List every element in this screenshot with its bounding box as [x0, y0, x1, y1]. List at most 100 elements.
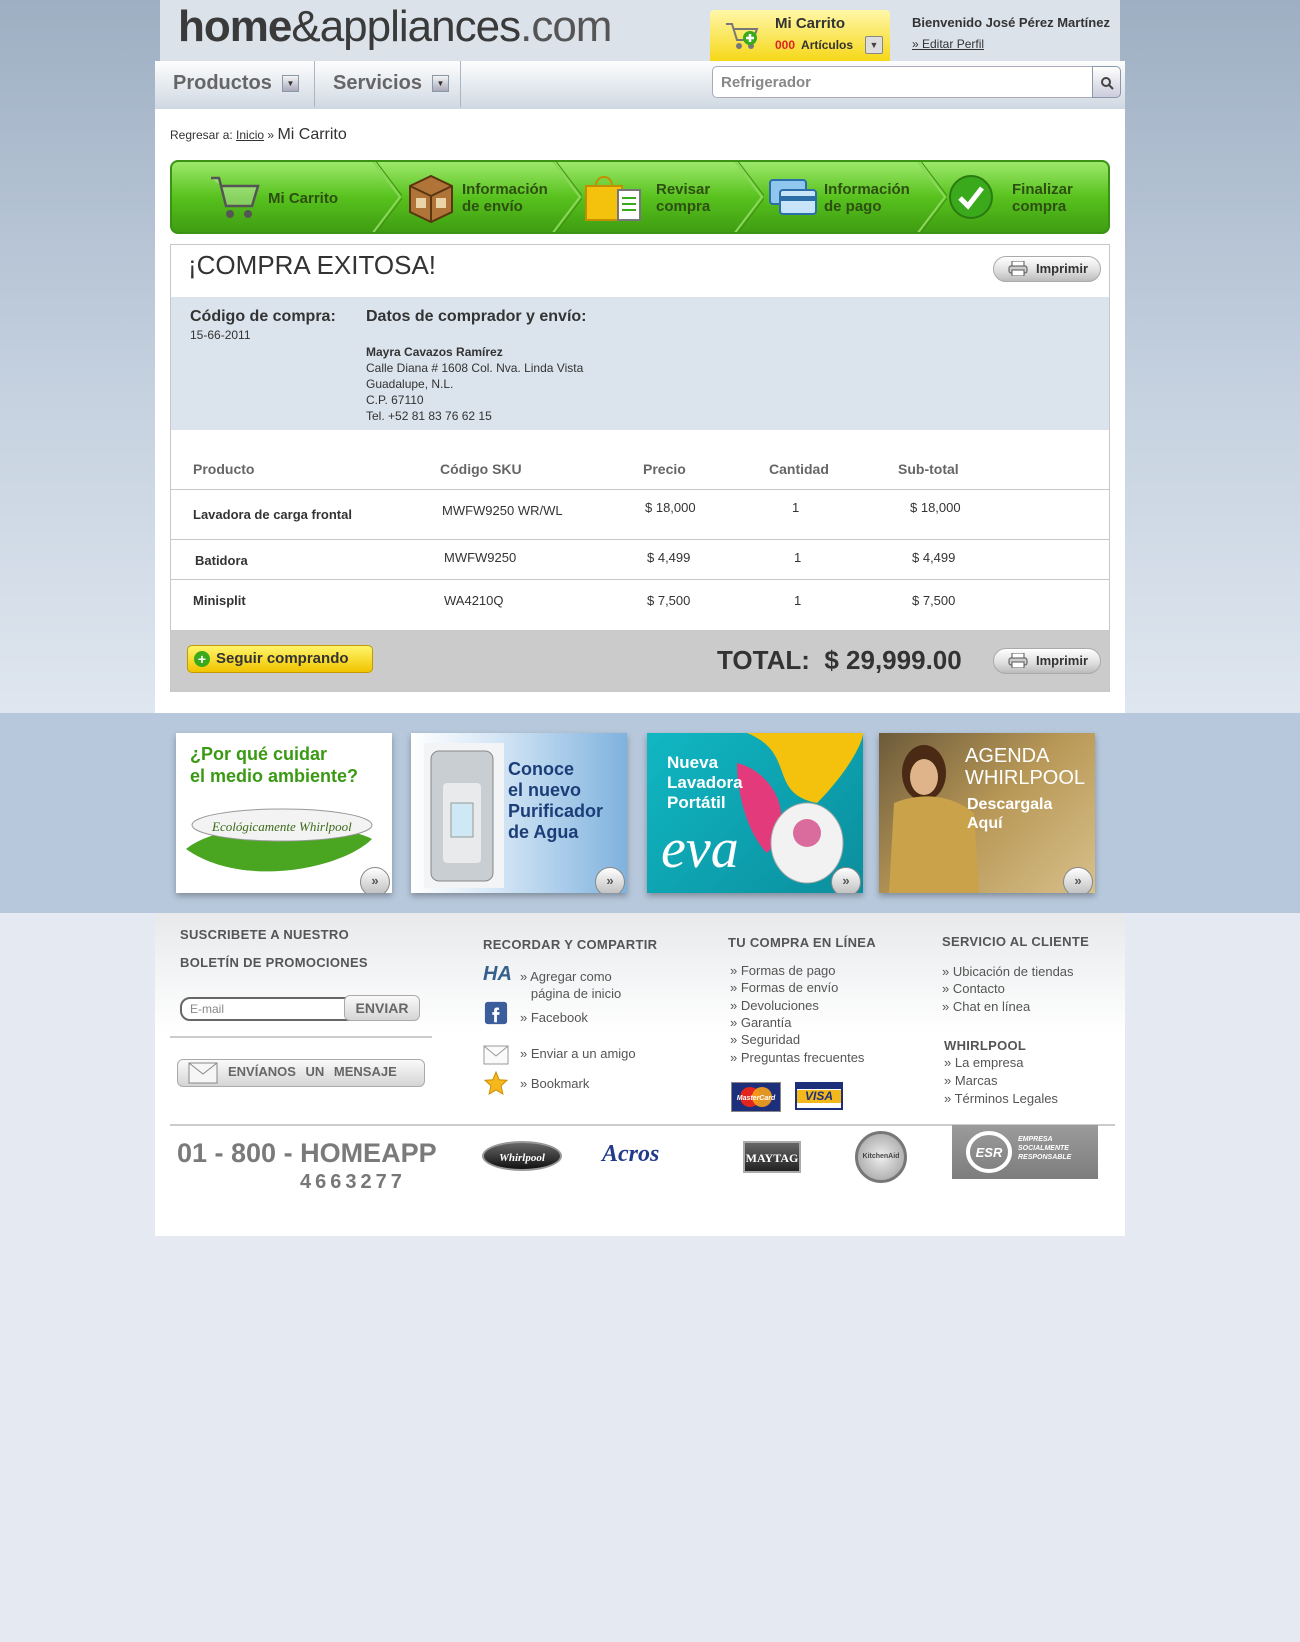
plus-icon: + [194, 651, 210, 667]
arrow-right-icon[interactable]: » [1063, 867, 1093, 893]
acros-logo[interactable]: Acros [602, 1141, 659, 1168]
star-icon[interactable] [483, 1071, 509, 1095]
svg-text:Ecológicamente Whirlpool: Ecológicamente Whirlpool [211, 819, 352, 834]
ha-icon: HA [483, 963, 512, 985]
online-title: TU COMPRA EN LÍNEA [728, 935, 876, 950]
nav-products[interactable]: Productos ▼ [155, 61, 315, 107]
envelope-icon [188, 1062, 218, 1084]
chevron-down-icon: ▼ [281, 75, 299, 93]
breadcrumb-current: Mi Carrito [277, 126, 347, 143]
whirlpool-title: WHIRLPOOL [944, 1038, 1027, 1053]
nav-services[interactable]: Servicios ▼ [315, 61, 461, 107]
printer-icon [1008, 653, 1028, 668]
send-button[interactable]: ENVIAR [344, 995, 420, 1021]
order-info: Código de compra: 15-66-2011 Datos de co… [171, 297, 1109, 430]
promo-agenda[interactable]: AGENDA WHIRLPOOL Descargala Aquí » [879, 733, 1095, 893]
service-link-stores[interactable]: » Ubicación de tiendas [942, 964, 1074, 979]
print-button-bottom[interactable]: Imprimir [993, 648, 1101, 674]
online-link-warranty[interactable]: » Garantía [730, 1015, 791, 1030]
col-header-sku: Código SKU [440, 461, 522, 477]
welcome-text: Bienvenido José Pérez Martínez [912, 15, 1110, 30]
search-button[interactable] [1092, 66, 1121, 98]
online-link-shipping[interactable]: » Formas de envío [730, 980, 838, 995]
print-button[interactable]: Imprimir [993, 256, 1101, 282]
whirlpool-link-brands[interactable]: » Marcas [944, 1073, 997, 1088]
kitchenaid-logo[interactable]: KitchenAid [855, 1131, 907, 1183]
share-facebook-link[interactable]: » Facebook [520, 1010, 588, 1025]
cart-count: 000 Artículos [775, 38, 854, 52]
step-payment[interactable]: Información de pago [762, 162, 932, 232]
credit-card-icon [769, 179, 817, 215]
table-divider [171, 579, 1109, 580]
step-cart[interactable]: Mi Carrito [202, 162, 372, 232]
svg-text:ESR: ESR [976, 1145, 1003, 1160]
header: home&appliances.com Mi Carrito 000 Artícu… [160, 0, 1120, 62]
promo-water-purifier[interactable]: Conoce el nuevo Purificador de Agua » [411, 733, 627, 893]
cart-icon [726, 23, 759, 49]
mastercard-icon: MasterCard [731, 1082, 781, 1112]
whirlpool-logo[interactable]: Whirlpool [482, 1141, 562, 1171]
checkout-steps: Mi Carrito Información de envío Revisar co… [170, 160, 1110, 234]
cart-widget[interactable]: Mi Carrito 000 Artículos ▼ [710, 10, 890, 62]
order-total: TOTAL: $ 29,999.00 [717, 645, 962, 675]
edit-profile-link[interactable]: » Editar Perfil [912, 37, 984, 51]
search-input[interactable]: Refrigerador [712, 66, 1094, 98]
promo-environment[interactable]: ¿Por qué cuidar el medio ambiente? Ecológ… [176, 733, 392, 893]
promo-portable-washer[interactable]: Nueva Lavadora Portátil eva » [647, 733, 863, 893]
newsletter-title: SUSCRIBETE A NUESTRO [180, 927, 349, 942]
cart-icon [211, 176, 260, 218]
share-friend-link[interactable]: » Enviar a un amigo [520, 1046, 636, 1061]
check-icon [949, 175, 993, 219]
online-link-security[interactable]: » Seguridad [730, 1032, 800, 1047]
share-title: RECORDAR Y COMPARTIR [483, 937, 658, 952]
main-nav: Productos ▼ Servicios ▼ Refrigerador [155, 61, 1125, 109]
buyer-label: Datos de comprador y envío: [366, 308, 587, 325]
service-link-contact[interactable]: » Contacto [942, 981, 1005, 996]
printer-icon [1008, 261, 1028, 276]
buyer-address2: Guadalupe, N.L. [366, 377, 454, 391]
facebook-icon[interactable] [483, 1001, 509, 1025]
maytag-logo[interactable]: MAYTAG [743, 1141, 801, 1173]
table-divider [171, 489, 1109, 490]
eco-leaf-icon: Ecológicamente Whirlpool [186, 808, 373, 872]
esr-badge[interactable]: ESR EMPRESA SOCIALMENTE RESPONSABLE [952, 1125, 1098, 1179]
step-shipping[interactable]: Información de envío [402, 162, 562, 232]
col-header-product: Producto [193, 461, 255, 477]
cart-title: Mi Carrito [775, 15, 846, 32]
footer: SUSCRIBETE A NUESTRO BOLETÍN DE PROMOCIO… [155, 913, 1125, 1236]
envelope-icon[interactable] [483, 1043, 509, 1067]
email-field[interactable]: E-mail [180, 997, 358, 1021]
whirlpool-link-company[interactable]: » La empresa [944, 1055, 1024, 1070]
online-link-faq[interactable]: » Preguntas frecuentes [730, 1050, 864, 1065]
share-bookmark-link[interactable]: » Bookmark [520, 1076, 589, 1091]
continue-shopping-button[interactable]: + Seguir comprando [187, 645, 373, 673]
phone-number: 01 - 800 - HOMEAPP [177, 1138, 437, 1168]
table-divider [171, 539, 1109, 540]
search-icon [1100, 77, 1114, 91]
arrow-right-icon[interactable]: » [831, 867, 861, 893]
whirlpool-link-legal[interactable]: » Términos Legales [944, 1091, 1058, 1106]
site-logo[interactable]: home&appliances.com [178, 2, 612, 52]
buyer-address1: Calle Diana # 1608 Col. Nva. Linda Vista [366, 361, 584, 375]
step-finish[interactable]: Finalizar compra [942, 162, 1108, 232]
share-homepage-link[interactable]: » Agregar como página de inicio [520, 968, 621, 1002]
service-link-chat[interactable]: » Chat en línea [942, 999, 1030, 1014]
visa-icon: VISA [795, 1082, 843, 1110]
breadcrumb-home-link[interactable]: Inicio [236, 128, 264, 142]
newsletter-subtitle: BOLETÍN DE PROMOCIONES [180, 955, 368, 970]
buyer-phone: Tel. +52 81 83 76 62 15 [366, 409, 492, 423]
online-link-payment[interactable]: » Formas de pago [730, 963, 836, 978]
svg-text:MasterCard: MasterCard [737, 1095, 776, 1102]
online-link-returns[interactable]: » Devoluciones [730, 998, 819, 1013]
col-header-subtotal: Sub-total [898, 461, 959, 477]
totals-bar: + Seguir comprando TOTAL: $ 29,999.00 Im… [171, 630, 1109, 691]
buyer-zip: C.P. 67110 [366, 393, 424, 407]
arrow-right-icon[interactable]: » [360, 867, 390, 893]
col-header-price: Precio [643, 461, 686, 477]
success-title: ¡COMPRA EXITOSA! [188, 250, 437, 280]
step-review[interactable]: Revisar compra [582, 162, 742, 232]
contact-message-button[interactable]: ENVÍANOS UN MENSAJE [177, 1059, 425, 1087]
chevron-down-icon: ▼ [431, 75, 449, 93]
cart-dropdown-icon[interactable]: ▼ [865, 36, 883, 54]
arrow-right-icon[interactable]: » [595, 867, 625, 893]
